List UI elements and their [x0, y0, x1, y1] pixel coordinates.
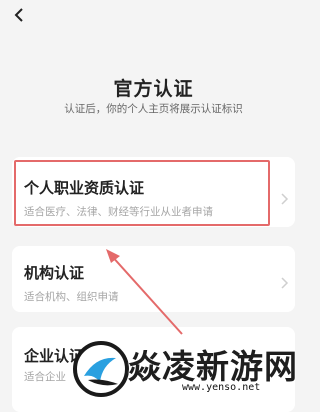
- watermark-logo: [73, 341, 129, 397]
- watermark-url: www.yenso.net: [182, 382, 261, 393]
- watermark-text: 焱凌新游网: [128, 347, 298, 386]
- watermark: 焱凌新游网 www.yenso.net: [70, 338, 307, 400]
